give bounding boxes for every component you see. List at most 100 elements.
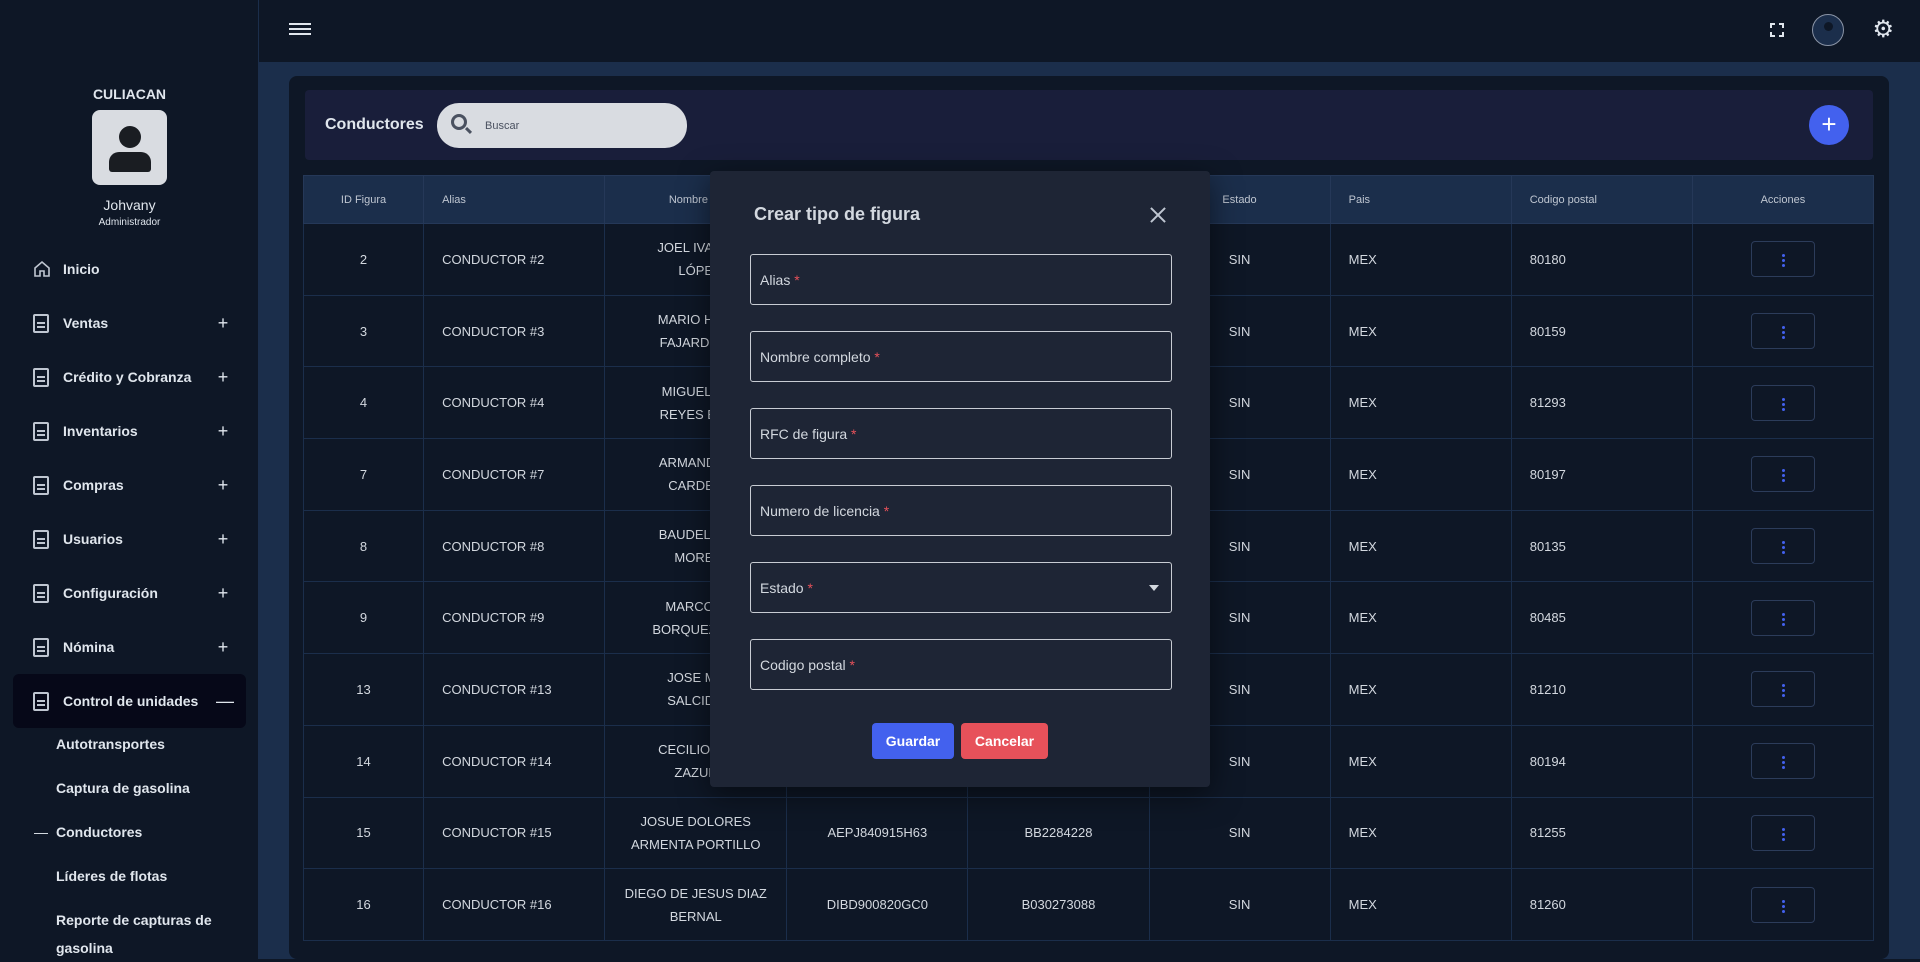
name-line: DIEGO DE JESUS DIAZ xyxy=(624,885,767,901)
rfc-field[interactable]: RFC de figura * xyxy=(750,408,1172,459)
cancel-button[interactable]: Cancelar xyxy=(961,723,1048,759)
hamburger-menu-icon[interactable] xyxy=(289,20,311,42)
required-mark: * xyxy=(794,272,800,288)
expand-icon: + xyxy=(217,312,229,333)
sidebar-subitem-lideres-flotas[interactable]: Líderes de flotas xyxy=(56,862,167,890)
kebab-dot-icon xyxy=(1781,689,1785,693)
sidebar-subitem-reporte-capturas[interactable]: Reporte de capturas de xyxy=(56,906,212,934)
column-header[interactable]: Pais xyxy=(1329,175,1512,224)
cell-alias: CONDUCTOR #13 xyxy=(423,653,606,726)
fullscreen-icon[interactable] xyxy=(1770,23,1785,37)
column-header[interactable]: Alias xyxy=(423,175,606,224)
row-actions-button[interactable] xyxy=(1750,886,1815,923)
document-icon xyxy=(33,529,49,549)
row-actions-button[interactable] xyxy=(1750,384,1815,421)
user-role: Administrador xyxy=(98,217,161,228)
column-header[interactable]: Acciones xyxy=(1691,175,1875,224)
modal-title: Crear tipo de figura xyxy=(754,204,921,224)
sidebar-item-configuracion[interactable]: Configuración + xyxy=(13,566,246,620)
name-line: JOSUE DOLORES xyxy=(640,813,751,829)
kebab-dot-icon xyxy=(1781,827,1785,831)
cell-rfc: DIBD900820GC0 xyxy=(786,868,969,941)
full-name-field[interactable]: Nombre completo * xyxy=(750,331,1172,382)
cell-id: 15 xyxy=(302,796,425,870)
cell-rfc: AEPJ840915H63 xyxy=(786,796,969,870)
field-label: Nombre completo xyxy=(760,349,871,365)
cell-id: 13 xyxy=(302,653,425,726)
column-header[interactable]: Codigo postal xyxy=(1510,175,1693,224)
sidebar-item-label: Nómina xyxy=(63,639,115,655)
kebab-dot-icon xyxy=(1781,899,1785,903)
kebab-dot-icon xyxy=(1781,904,1785,908)
sidebar-subitem-captura-gasolina[interactable]: Captura de gasolina xyxy=(56,774,190,802)
row-actions-button[interactable] xyxy=(1750,743,1815,780)
row-actions-button[interactable] xyxy=(1750,814,1815,851)
cell-id: 7 xyxy=(302,438,425,511)
add-button[interactable]: + xyxy=(1809,105,1849,145)
cell-actions xyxy=(1691,294,1875,368)
estado-select[interactable]: Estado * xyxy=(750,562,1172,613)
cell-alias: CONDUCTOR #9 xyxy=(423,581,606,655)
sidebar-item-compras[interactable]: Compras + xyxy=(13,458,246,512)
cell-actions xyxy=(1691,509,1875,583)
cell-pais: MEX xyxy=(1329,724,1512,798)
cell-id: 4 xyxy=(302,366,425,440)
sidebar-item-credito[interactable]: Crédito y Cobranza + xyxy=(13,350,246,404)
kebab-dot-icon xyxy=(1781,479,1785,483)
required-mark: * xyxy=(874,349,880,365)
table-row: 16 CONDUCTOR #16 DIEGO DE JESUS DIAZ BERNAL… xyxy=(302,868,1875,941)
cell-id: 16 xyxy=(302,868,425,941)
cell-postal-code: 81255 xyxy=(1510,796,1693,870)
kebab-dot-icon xyxy=(1781,617,1785,621)
row-actions-button[interactable] xyxy=(1750,671,1815,708)
cell-estado: SIN xyxy=(1148,868,1331,941)
cell-postal-code: 80159 xyxy=(1510,294,1693,368)
cell-pais: MEX xyxy=(1329,366,1512,440)
cell-license: BB2284228 xyxy=(967,796,1150,870)
home-icon xyxy=(33,260,50,279)
expand-icon: + xyxy=(217,528,229,549)
kebab-dot-icon xyxy=(1781,331,1785,335)
required-mark: * xyxy=(851,426,857,442)
sidebar-subitem-autotransportes[interactable]: Autotransportes xyxy=(56,730,165,758)
search-input[interactable] xyxy=(485,115,675,137)
sidebar-subitem-reporte-capturas-cont[interactable]: gasolina xyxy=(56,934,113,962)
save-button[interactable]: Guardar xyxy=(872,723,954,759)
row-actions-button[interactable] xyxy=(1750,313,1815,350)
sidebar: CULIACAN Johvany Administrador Inicio Ve… xyxy=(0,0,259,959)
close-icon[interactable] xyxy=(1150,207,1166,223)
kebab-dot-icon xyxy=(1781,469,1785,473)
document-icon xyxy=(33,421,49,441)
sidebar-item-label: Compras xyxy=(63,477,124,493)
kebab-dot-icon xyxy=(1781,326,1785,330)
sidebar-item-nomina[interactable]: Nómina + xyxy=(13,620,246,674)
kebab-dot-icon xyxy=(1781,694,1785,698)
row-actions-button[interactable] xyxy=(1750,456,1815,493)
sidebar-item-control-unidades[interactable]: Control de unidades — xyxy=(13,674,246,728)
cell-name: JOSUE DOLORES ARMENTA PORTILLO xyxy=(604,796,788,870)
sidebar-item-label: Control de unidades xyxy=(63,693,199,709)
sidebar-item-inicio[interactable]: Inicio xyxy=(13,242,246,296)
cell-pais: MEX xyxy=(1329,294,1512,368)
license-field[interactable]: Numero de licencia * xyxy=(750,485,1172,536)
sidebar-subitem-conductores[interactable]: Conductores xyxy=(34,818,142,846)
alias-field[interactable]: Alias * xyxy=(750,254,1172,305)
cell-pais: MEX xyxy=(1329,509,1512,583)
sidebar-item-inventarios[interactable]: Inventarios + xyxy=(13,404,246,458)
search-box[interactable] xyxy=(437,103,687,148)
document-icon xyxy=(33,475,49,495)
sidebar-item-ventas[interactable]: Ventas + xyxy=(13,296,246,350)
gear-icon[interactable]: ⚙ xyxy=(1872,18,1894,42)
postal-code-field[interactable]: Codigo postal * xyxy=(750,639,1172,690)
row-actions-button[interactable] xyxy=(1750,241,1815,278)
profile-avatar[interactable] xyxy=(1812,14,1845,46)
dropdown-arrow-icon xyxy=(1149,585,1159,591)
row-actions-button[interactable] xyxy=(1750,528,1815,565)
sidebar-item-usuarios[interactable]: Usuarios + xyxy=(13,512,246,566)
cell-postal-code: 80135 xyxy=(1510,509,1693,583)
cell-actions xyxy=(1691,724,1875,798)
column-header[interactable]: ID Figura xyxy=(302,175,425,224)
cell-pais: MEX xyxy=(1329,868,1512,941)
kebab-dot-icon xyxy=(1781,909,1785,913)
row-actions-button[interactable] xyxy=(1750,599,1815,636)
